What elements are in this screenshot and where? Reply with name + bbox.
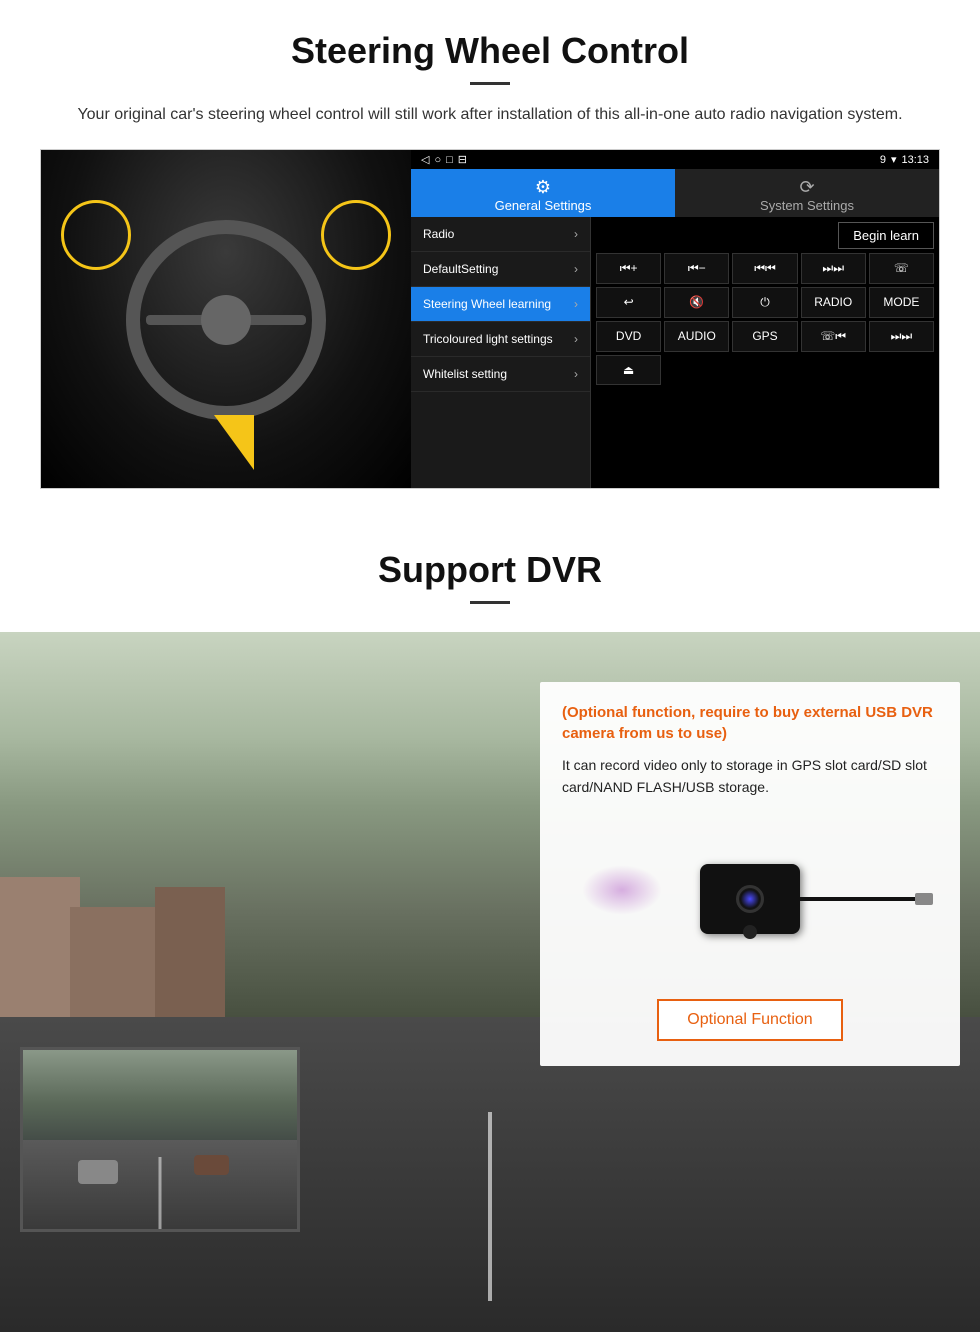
dashcam-thumbnail: [20, 1047, 300, 1232]
menu-item-default[interactable]: DefaultSetting ›: [411, 252, 590, 287]
nav-menu-icon: ⊟: [458, 153, 467, 166]
android-content: Radio › DefaultSetting › Steering Wheel …: [411, 217, 939, 488]
car-interface: ◁ ○ □ ⊟ 9 ▾ 13:13 ⚙ General Settings ⟳ S…: [40, 149, 940, 489]
steering-section: Steering Wheel Control Your original car…: [0, 0, 980, 509]
steering-title: Steering Wheel Control: [40, 30, 940, 72]
optional-note: (Optional function, require to buy exter…: [562, 702, 938, 744]
begin-learn-button[interactable]: Begin learn: [838, 222, 934, 249]
road-center-line: [488, 1112, 492, 1301]
general-settings-label: General Settings: [495, 198, 592, 213]
arrow-indicator: [214, 415, 254, 470]
dvr-section: Support DVR (Optional function, require …: [0, 519, 980, 1332]
ctrl-vol-up[interactable]: ⏮+: [596, 253, 661, 284]
dvr-description: It can record video only to storage in G…: [562, 754, 938, 799]
light-beam: [582, 865, 662, 915]
dvr-info-card: (Optional function, require to buy exter…: [540, 682, 960, 1066]
arrow-body: [214, 415, 254, 470]
menu-radio-label: Radio: [423, 227, 454, 241]
system-settings-label: System Settings: [760, 198, 854, 213]
ctrl-gps[interactable]: GPS: [732, 321, 797, 352]
ctrl-mute[interactable]: 🔇: [664, 287, 729, 318]
menu-whitelist-chevron: ›: [574, 367, 578, 381]
android-status-bar: ◁ ○ □ ⊟ 9 ▾ 13:13: [411, 150, 939, 169]
ctrl-skip-next[interactable]: ⏭⏭: [869, 321, 934, 352]
usb-cable: [768, 897, 918, 901]
menu-steering-chevron: ›: [574, 297, 578, 311]
dvr-title-divider: [470, 601, 510, 604]
title-divider: [470, 82, 510, 85]
dvr-header: Support DVR: [0, 519, 980, 632]
menu-item-whitelist[interactable]: Whitelist setting ›: [411, 357, 590, 392]
ctrl-extra[interactable]: ⏏: [596, 355, 661, 385]
ctrl-phone[interactable]: ☏: [869, 253, 934, 284]
ctrl-power[interactable]: ⏻: [732, 287, 797, 318]
android-tabs: ⚙ General Settings ⟳ System Settings: [411, 169, 939, 217]
menu-steering-label: Steering Wheel learning: [423, 297, 551, 311]
status-time: 13:13: [901, 154, 929, 166]
menu-item-steering-learning[interactable]: Steering Wheel learning ›: [411, 287, 590, 322]
building-1: [0, 877, 80, 1017]
steering-wheel: [126, 220, 326, 420]
optional-function-button[interactable]: Optional Function: [657, 999, 842, 1041]
steering-subtitle: Your original car's steering wheel contr…: [60, 103, 920, 127]
control-panel: Begin learn ⏮+ ⏮− ⏮⏮ ⏭⏭ ☏ ↩ 🔇 ⏻ RADIO: [591, 217, 939, 488]
car-photo: [41, 150, 411, 489]
dvr-bg-wrap: (Optional function, require to buy exter…: [0, 632, 980, 1332]
system-settings-icon: ⟳: [675, 177, 939, 198]
right-control-indicator: [321, 200, 391, 270]
dvr-title: Support DVR: [40, 549, 940, 591]
left-control-indicator: [61, 200, 131, 270]
thumb-road-line: [159, 1157, 162, 1229]
dvr-camera-image: [562, 814, 938, 984]
camera-lens: [736, 885, 764, 913]
ctrl-back[interactable]: ↩: [596, 287, 661, 318]
wifi-icon: ▾: [891, 153, 897, 166]
ctrl-audio[interactable]: AUDIO: [664, 321, 729, 352]
wheel-hub: [201, 295, 251, 345]
ctrl-vol-down[interactable]: ⏮−: [664, 253, 729, 284]
ctrl-prev-track[interactable]: ⏮⏮: [732, 253, 797, 284]
begin-learn-row: Begin learn: [596, 222, 934, 249]
nav-recent-icon: □: [446, 154, 453, 166]
thumb-car-1: [78, 1160, 118, 1184]
ctrl-dvd[interactable]: DVD: [596, 321, 661, 352]
nav-back-icon: ◁: [421, 153, 429, 166]
menu-default-chevron: ›: [574, 262, 578, 276]
menu-radio-chevron: ›: [574, 227, 578, 241]
menu-whitelist-label: Whitelist setting: [423, 367, 507, 381]
menu-item-radio[interactable]: Radio ›: [411, 217, 590, 252]
menu-item-tricoloured[interactable]: Tricoloured light settings ›: [411, 322, 590, 357]
ctrl-next-track[interactable]: ⏭⏭: [801, 253, 866, 284]
signal-icon: 9: [880, 154, 886, 166]
tab-system-settings[interactable]: ⟳ System Settings: [675, 169, 939, 217]
tab-general-settings[interactable]: ⚙ General Settings: [411, 169, 675, 217]
thumb-road: [23, 1140, 297, 1230]
thumb-car-2: [194, 1155, 229, 1175]
ctrl-phone-prev[interactable]: ☏⏮: [801, 321, 866, 352]
menu-default-label: DefaultSetting: [423, 262, 498, 276]
menu-tricoloured-label: Tricoloured light settings: [423, 332, 553, 346]
ctrl-radio[interactable]: RADIO: [801, 287, 866, 318]
building-3: [155, 887, 225, 1017]
ctrl-mode[interactable]: MODE: [869, 287, 934, 318]
usb-plug: [915, 893, 933, 905]
car-photo-bg: [41, 150, 411, 489]
menu-list: Radio › DefaultSetting › Steering Wheel …: [411, 217, 591, 488]
android-panel: ◁ ○ □ ⊟ 9 ▾ 13:13 ⚙ General Settings ⟳ S…: [411, 150, 939, 488]
general-settings-icon: ⚙: [411, 177, 675, 198]
menu-tricoloured-chevron: ›: [574, 332, 578, 346]
control-grid: ⏮+ ⏮− ⏮⏮ ⏭⏭ ☏ ↩ 🔇 ⏻ RADIO MODE DVD AUDIO: [596, 253, 934, 385]
nav-home-icon: ○: [434, 154, 441, 166]
